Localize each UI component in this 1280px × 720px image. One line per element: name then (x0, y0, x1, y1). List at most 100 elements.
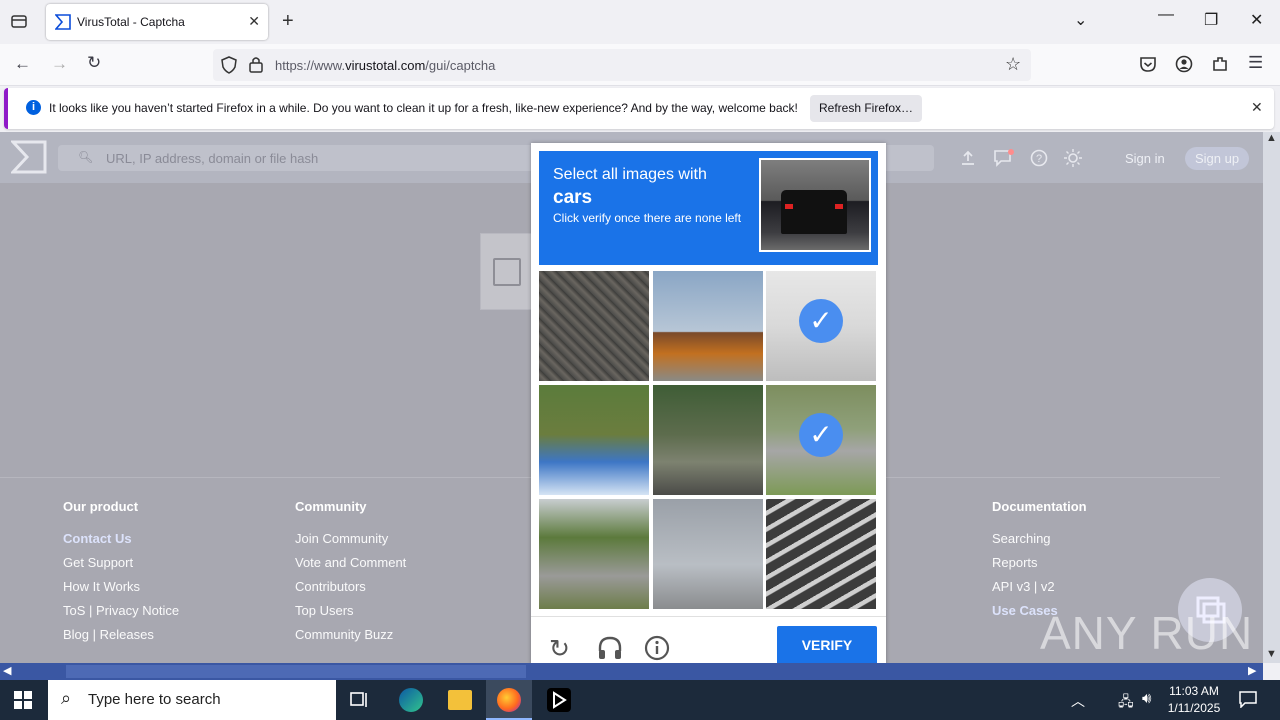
tab-close-icon[interactable]: ✕ (248, 13, 260, 30)
url-bar[interactable]: https://www.virustotal.com/gui/captcha ☆ (213, 49, 1031, 81)
refresh-firefox-button[interactable]: Refresh Firefox… (810, 95, 922, 122)
window-close-icon[interactable]: ✕ (1250, 10, 1263, 30)
footer-link-tos[interactable]: ToS | Privacy Notice (63, 603, 179, 627)
tile-selected-check-icon: ✓ (799, 413, 843, 457)
scroll-up-icon[interactable]: ▲ (1266, 132, 1277, 144)
footer-link-reports[interactable]: Reports (992, 555, 1087, 579)
footer-link-top-users[interactable]: Top Users (295, 603, 406, 627)
audio-challenge-icon[interactable] (597, 636, 623, 665)
notification-message: It looks like you haven’t started Firefo… (49, 101, 798, 115)
footer-link-contributors[interactable]: Contributors (295, 579, 406, 603)
captcha-tile[interactable]: ✓ (766, 385, 876, 495)
forward-icon[interactable]: → (51, 54, 68, 74)
tab-list-icon[interactable] (10, 12, 28, 30)
app-menu-icon[interactable]: ☰ (1248, 53, 1263, 73)
footer-link-api[interactable]: API v3 | v2 (992, 579, 1087, 603)
maximize-icon[interactable]: ❐ (1204, 10, 1218, 30)
anyrun-watermark: ANY RUN (1040, 607, 1254, 659)
verify-button[interactable]: VERIFY (777, 626, 877, 665)
captcha-tile[interactable] (766, 499, 876, 609)
anyrun-app-icon[interactable] (547, 688, 571, 712)
sign-up-button[interactable]: Sign up (1185, 147, 1249, 170)
tab-strip: VirusTotal - Captcha ✕ + ⌄ — ❐ ✕ (0, 0, 1280, 44)
minimize-icon[interactable]: — (1158, 6, 1174, 24)
virustotal-logo-icon[interactable] (9, 140, 47, 179)
captcha-challenge: Select all images with cars Click verify… (531, 143, 886, 665)
url-text[interactable]: https://www.virustotal.com/gui/captcha (275, 58, 495, 73)
refresh-firefox-notification: i It looks like you haven’t started Fire… (4, 88, 1274, 129)
captcha-tile[interactable] (653, 385, 763, 495)
captcha-hint: Click verify once there are none left (553, 211, 742, 225)
reload-icon[interactable]: ↻ (87, 53, 101, 73)
footer-link-join-community[interactable]: Join Community (295, 531, 406, 555)
search-icon: ⌕ (61, 688, 72, 708)
footer-heading: Our product (63, 499, 139, 514)
volume-icon[interactable]: 🔊︎ (1142, 690, 1151, 707)
clock-time: 11:03 AM (1169, 684, 1219, 698)
captcha-example-image (759, 158, 871, 252)
captcha-tile[interactable] (539, 499, 649, 609)
footer-community: Community Join Community Vote and Commen… (295, 499, 406, 651)
help-icon[interactable]: ? (1030, 149, 1048, 172)
footer-link-searching[interactable]: Searching (992, 531, 1087, 555)
search-placeholder: URL, IP address, domain or file hash (106, 151, 319, 166)
footer-link-contact-us[interactable]: Contact Us (63, 531, 179, 555)
taskbar-search-box[interactable]: ⌕ Type here to search (48, 680, 336, 720)
scroll-down-icon[interactable]: ▼ (1266, 648, 1277, 660)
lock-icon[interactable] (249, 56, 263, 78)
scroll-thumb[interactable] (66, 665, 526, 678)
virustotal-favicon-icon (54, 14, 71, 35)
captcha-instruction: Select all images with (553, 166, 707, 183)
captcha-tile[interactable] (539, 385, 649, 495)
show-hidden-icons-icon[interactable]: ︿ (1071, 691, 1085, 711)
sign-in-link[interactable]: Sign in (1125, 151, 1165, 166)
scroll-left-icon[interactable]: ◀ (3, 664, 11, 677)
pocket-icon[interactable] (1139, 56, 1157, 78)
captcha-checkbox[interactable] (493, 258, 521, 286)
theme-toggle-icon[interactable] (1064, 149, 1082, 172)
scroll-right-icon[interactable]: ▶ (1248, 664, 1256, 677)
upload-icon[interactable] (960, 150, 976, 171)
footer-link-community-buzz[interactable]: Community Buzz (295, 627, 406, 651)
taskbar-search-placeholder: Type here to search (88, 691, 221, 708)
bookmark-star-icon[interactable]: ☆ (1005, 54, 1021, 75)
captcha-tile[interactable]: ✓ (766, 271, 876, 381)
firefox-icon (497, 688, 521, 712)
firefox-taskbar-button[interactable] (486, 680, 532, 720)
network-icon[interactable]: 🖧︎ (1118, 691, 1134, 715)
new-tab-icon[interactable]: + (282, 10, 294, 33)
footer-link-get-support[interactable]: Get Support (63, 555, 179, 579)
footer-heading: Community (295, 499, 367, 514)
edge-icon[interactable] (399, 688, 423, 712)
tab-title: VirusTotal - Captcha (77, 15, 185, 29)
captcha-tile[interactable] (539, 271, 649, 381)
notification-close-icon[interactable]: ✕ (1251, 99, 1263, 116)
captcha-target-word: cars (553, 187, 593, 208)
svg-text:?: ? (1036, 153, 1042, 165)
info-challenge-icon[interactable] (644, 635, 670, 666)
account-icon[interactable] (1175, 55, 1193, 78)
list-all-tabs-icon[interactable]: ⌄ (1074, 10, 1087, 30)
captcha-tile[interactable] (653, 271, 763, 381)
task-view-icon[interactable] (350, 691, 370, 714)
reload-challenge-icon[interactable]: ↻ (549, 634, 570, 664)
file-explorer-icon[interactable] (448, 690, 472, 710)
captcha-widget-checkbox-frame (480, 233, 532, 310)
captcha-prompt: Select all images with cars Click verify… (539, 151, 878, 265)
tracking-protection-icon[interactable] (221, 56, 237, 79)
footer-link-vote-and-comment[interactable]: Vote and Comment (295, 555, 406, 579)
back-icon[interactable]: ← (14, 54, 31, 74)
footer-link-how-it-works[interactable]: How It Works (63, 579, 179, 603)
vertical-scrollbar[interactable]: ▲ ▼ (1263, 132, 1280, 663)
captcha-divider (531, 616, 886, 617)
tab-virustotal[interactable]: VirusTotal - Captcha ✕ (46, 4, 268, 40)
taskbar-clock[interactable]: 11:03 AM 1/11/2025 (1166, 683, 1222, 717)
extensions-icon[interactable] (1211, 55, 1229, 78)
notification-center-icon[interactable] (1239, 691, 1257, 713)
horizontal-scrollbar[interactable]: ◀ ▶ (0, 663, 1263, 680)
footer-link-blog[interactable]: Blog | Releases (63, 627, 179, 651)
info-icon: i (26, 100, 41, 115)
windows-start-icon[interactable] (14, 691, 32, 714)
captcha-tile[interactable] (653, 499, 763, 609)
notifications-icon[interactable] (994, 149, 1014, 172)
